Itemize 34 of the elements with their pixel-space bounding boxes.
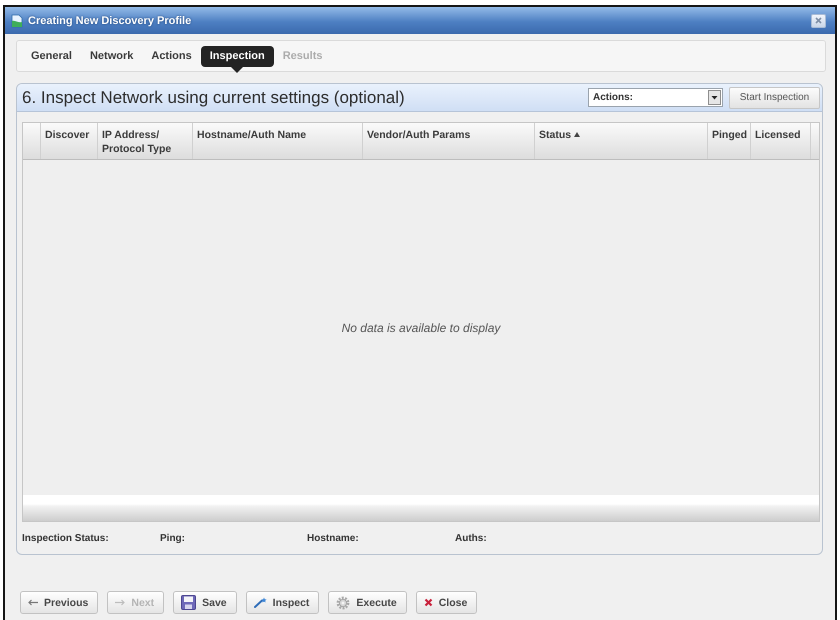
save-button[interactable]: Save — [173, 591, 237, 614]
sort-ascending-icon — [574, 132, 580, 137]
status-label: Auths: — [455, 532, 487, 544]
column-header[interactable]: Licensed — [751, 123, 811, 159]
empty-message: No data is available to display — [342, 320, 500, 334]
close-button[interactable]: Close — [416, 591, 478, 614]
gear-icon — [336, 596, 350, 610]
close-button[interactable] — [811, 14, 826, 28]
tab-pointer-icon — [231, 66, 244, 72]
arrow-right-icon — [115, 599, 126, 606]
column-header[interactable]: Vendor/Auth Params — [363, 123, 535, 159]
close-icon — [815, 17, 822, 24]
start-inspection-button[interactable]: Start Inspection — [729, 86, 820, 108]
previous-button[interactable]: Previous — [20, 591, 98, 614]
window-title: Creating New Discovery Profile — [28, 14, 192, 26]
status-label: Hostname: — [307, 532, 359, 544]
section-title: 6. Inspect Network using current settings (optional) — [22, 88, 406, 108]
close-icon — [424, 598, 433, 607]
tab[interactable]: General — [22, 46, 81, 66]
wand-icon — [254, 597, 267, 608]
column-header[interactable]: Pinged — [708, 123, 751, 159]
tab[interactable]: Actions — [142, 46, 201, 66]
execute-button[interactable]: Execute — [328, 591, 407, 614]
column-header[interactable]: IP Address/ Protocol Type — [98, 123, 193, 159]
document-icon — [11, 14, 23, 28]
tab[interactable]: Network — [80, 46, 142, 66]
inspect-button[interactable]: Inspect — [246, 591, 320, 614]
column-header[interactable]: Discover — [41, 123, 98, 159]
status-label: Ping: — [160, 532, 185, 544]
column-header[interactable]: Hostname/Auth Name — [193, 123, 363, 159]
actions-select[interactable]: Actions: — [588, 88, 723, 107]
arrow-left-icon — [28, 599, 38, 606]
column-header[interactable]: Status — [535, 123, 708, 159]
status-label: Inspection Status: — [22, 532, 109, 544]
